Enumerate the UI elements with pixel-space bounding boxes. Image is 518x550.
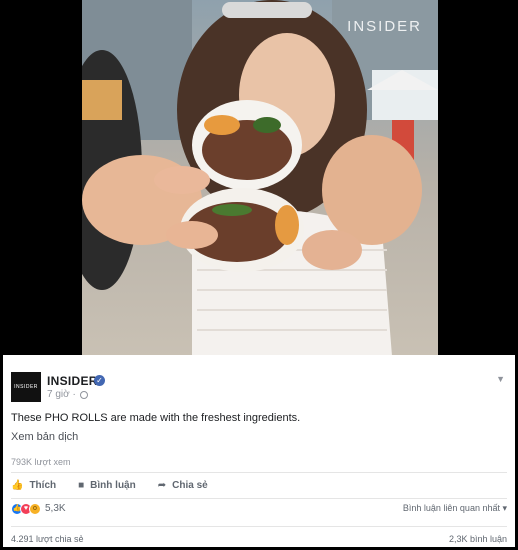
post-options-chevron-icon[interactable]: ▼: [496, 374, 505, 384]
reaction-count[interactable]: 5,3K: [45, 503, 66, 514]
share-arrow-icon: ➦: [157, 479, 167, 491]
comment-label: Bình luận: [90, 479, 136, 491]
video-frame-image: [82, 0, 438, 356]
comment-count[interactable]: 2,3K bình luận: [449, 534, 507, 544]
post-meta: 7 giờ ·: [47, 389, 88, 400]
reactions-row: 👍 ♥ o 5,3K Bình luận liên quan nhất ▾: [11, 503, 507, 519]
comment-icon: ■: [78, 479, 85, 491]
share-count[interactable]: 4.291 lượt chia sẻ: [11, 534, 83, 544]
like-button[interactable]: 👍 Thích: [11, 475, 56, 495]
page-name[interactable]: INSIDER: [47, 374, 98, 388]
divider: [11, 526, 507, 527]
view-count: 793K lượt xem: [11, 457, 71, 467]
like-label: Thích: [29, 479, 57, 491]
avatar[interactable]: INSIDER: [11, 372, 41, 402]
action-bar: 👍 Thích ■ Bình luận ➦ Chia sẻ: [11, 475, 507, 495]
post-time[interactable]: 7 giờ ·: [47, 389, 76, 400]
divider: [11, 472, 507, 473]
share-button[interactable]: ➦ Chia sẻ: [158, 475, 208, 495]
video-player[interactable]: INSIDER: [82, 0, 438, 356]
verified-badge-icon: ✓: [94, 375, 105, 386]
post-header: INSIDER INSIDER ✓ 7 giờ · ▼: [11, 372, 507, 406]
comment-sort-dropdown[interactable]: Bình luận liên quan nhất ▾: [403, 503, 507, 514]
post-text: These PHO ROLLS are made with the freshe…: [11, 412, 301, 424]
divider: [11, 498, 507, 499]
thumbs-up-icon: 👍: [11, 479, 24, 491]
share-label: Chia sẻ: [172, 479, 208, 491]
see-translation-link[interactable]: Xem bản dịch: [11, 431, 78, 443]
comment-button[interactable]: ■ Bình luận: [78, 475, 136, 495]
post-card: INSIDER INSIDER ✓ 7 giờ · ▼ These PHO RO…: [3, 355, 515, 547]
globe-icon: [79, 390, 88, 399]
video-watermark: INSIDER: [347, 18, 422, 35]
wow-reaction-icon[interactable]: o: [29, 503, 41, 515]
